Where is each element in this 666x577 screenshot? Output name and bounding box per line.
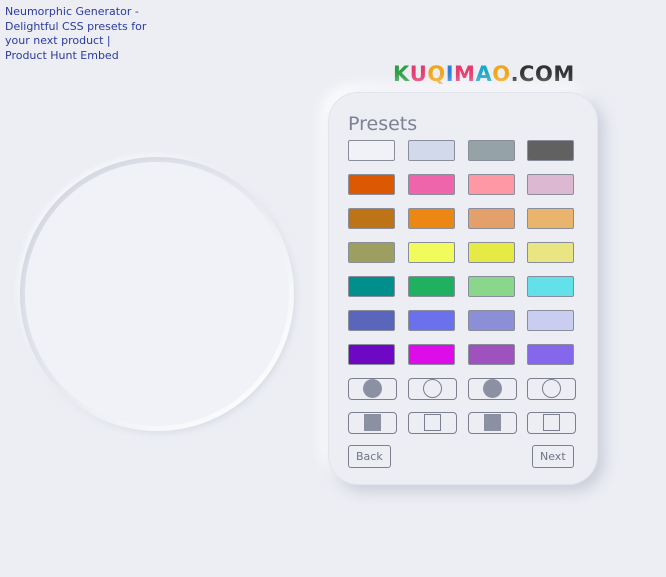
shape-preset-button[interactable]: [527, 412, 576, 434]
shape-preset-button[interactable]: [348, 412, 397, 434]
circle-outline-icon: [541, 379, 561, 398]
back-button[interactable]: Back: [348, 445, 391, 468]
logo-letter: K: [393, 62, 410, 86]
preset-color-swatch[interactable]: [468, 344, 515, 365]
preset-color-swatch[interactable]: [468, 208, 515, 229]
square-outline-icon: [423, 414, 441, 431]
logo-letter: I: [445, 62, 455, 86]
logo-letter: O: [492, 62, 511, 86]
logo-letter: O: [534, 62, 554, 86]
preset-color-swatch[interactable]: [408, 344, 455, 365]
preset-color-swatch[interactable]: [408, 208, 455, 229]
presets-title: Presets: [348, 113, 418, 135]
preset-color-swatch[interactable]: [527, 208, 574, 229]
product-hunt-embed-alt-text: Neumorphic Generator - Delightful CSS pr…: [5, 5, 147, 62]
logo-letter: A: [475, 62, 493, 86]
neumorphic-preview-inner: [25, 162, 289, 426]
preset-color-swatch[interactable]: [348, 242, 395, 263]
presets-panel: Presets Back Next: [328, 92, 598, 485]
preset-color-swatch[interactable]: [408, 174, 455, 195]
preset-color-swatch[interactable]: [527, 174, 574, 195]
preset-color-swatch[interactable]: [527, 310, 574, 331]
preset-color-swatch[interactable]: [408, 276, 455, 297]
square-outline-icon: [542, 414, 560, 431]
preset-color-swatch[interactable]: [527, 140, 574, 161]
shape-preset-button[interactable]: [408, 378, 457, 400]
preset-color-swatch[interactable]: [527, 344, 574, 365]
neumorphic-preview-circle: [20, 157, 294, 431]
preset-color-swatch[interactable]: [348, 208, 395, 229]
logo-letter: .: [510, 62, 520, 86]
logo-letter: U: [409, 62, 428, 86]
shape-preset-button[interactable]: [348, 378, 397, 400]
logo-letter: M: [454, 62, 476, 86]
preset-color-swatch[interactable]: [348, 276, 395, 297]
shape-preset-button[interactable]: [527, 378, 576, 400]
shape-preset-button[interactable]: [408, 412, 457, 434]
logo-letter: C: [519, 62, 535, 86]
kuqimao-logo: KUQIMAO.COM: [393, 62, 575, 86]
preset-color-swatch[interactable]: [468, 140, 515, 161]
preset-color-swatch[interactable]: [348, 310, 395, 331]
shape-preset-button[interactable]: [468, 378, 517, 400]
product-hunt-embed-link[interactable]: Neumorphic Generator - Delightful CSS pr…: [5, 5, 155, 63]
square-filled-icon: [363, 414, 381, 431]
preset-color-swatch[interactable]: [527, 276, 574, 297]
preset-color-swatch[interactable]: [348, 174, 395, 195]
circle-filled-icon: [482, 379, 502, 398]
preset-color-swatch[interactable]: [468, 310, 515, 331]
next-button[interactable]: Next: [532, 445, 574, 468]
square-filled-icon: [483, 414, 501, 431]
preset-color-swatch[interactable]: [348, 140, 395, 161]
preset-color-swatch[interactable]: [468, 242, 515, 263]
preset-color-swatch[interactable]: [348, 344, 395, 365]
preset-color-swatch[interactable]: [408, 140, 455, 161]
preset-color-swatch[interactable]: [408, 242, 455, 263]
preset-color-swatch[interactable]: [408, 310, 455, 331]
circle-outline-icon: [422, 379, 442, 398]
circle-filled-icon: [362, 379, 382, 398]
preset-color-swatch[interactable]: [468, 174, 515, 195]
preset-color-swatch[interactable]: [527, 242, 574, 263]
logo-letter: Q: [427, 62, 446, 86]
preset-color-swatch[interactable]: [468, 276, 515, 297]
logo-letter: M: [553, 62, 575, 86]
shape-preset-button[interactable]: [468, 412, 517, 434]
